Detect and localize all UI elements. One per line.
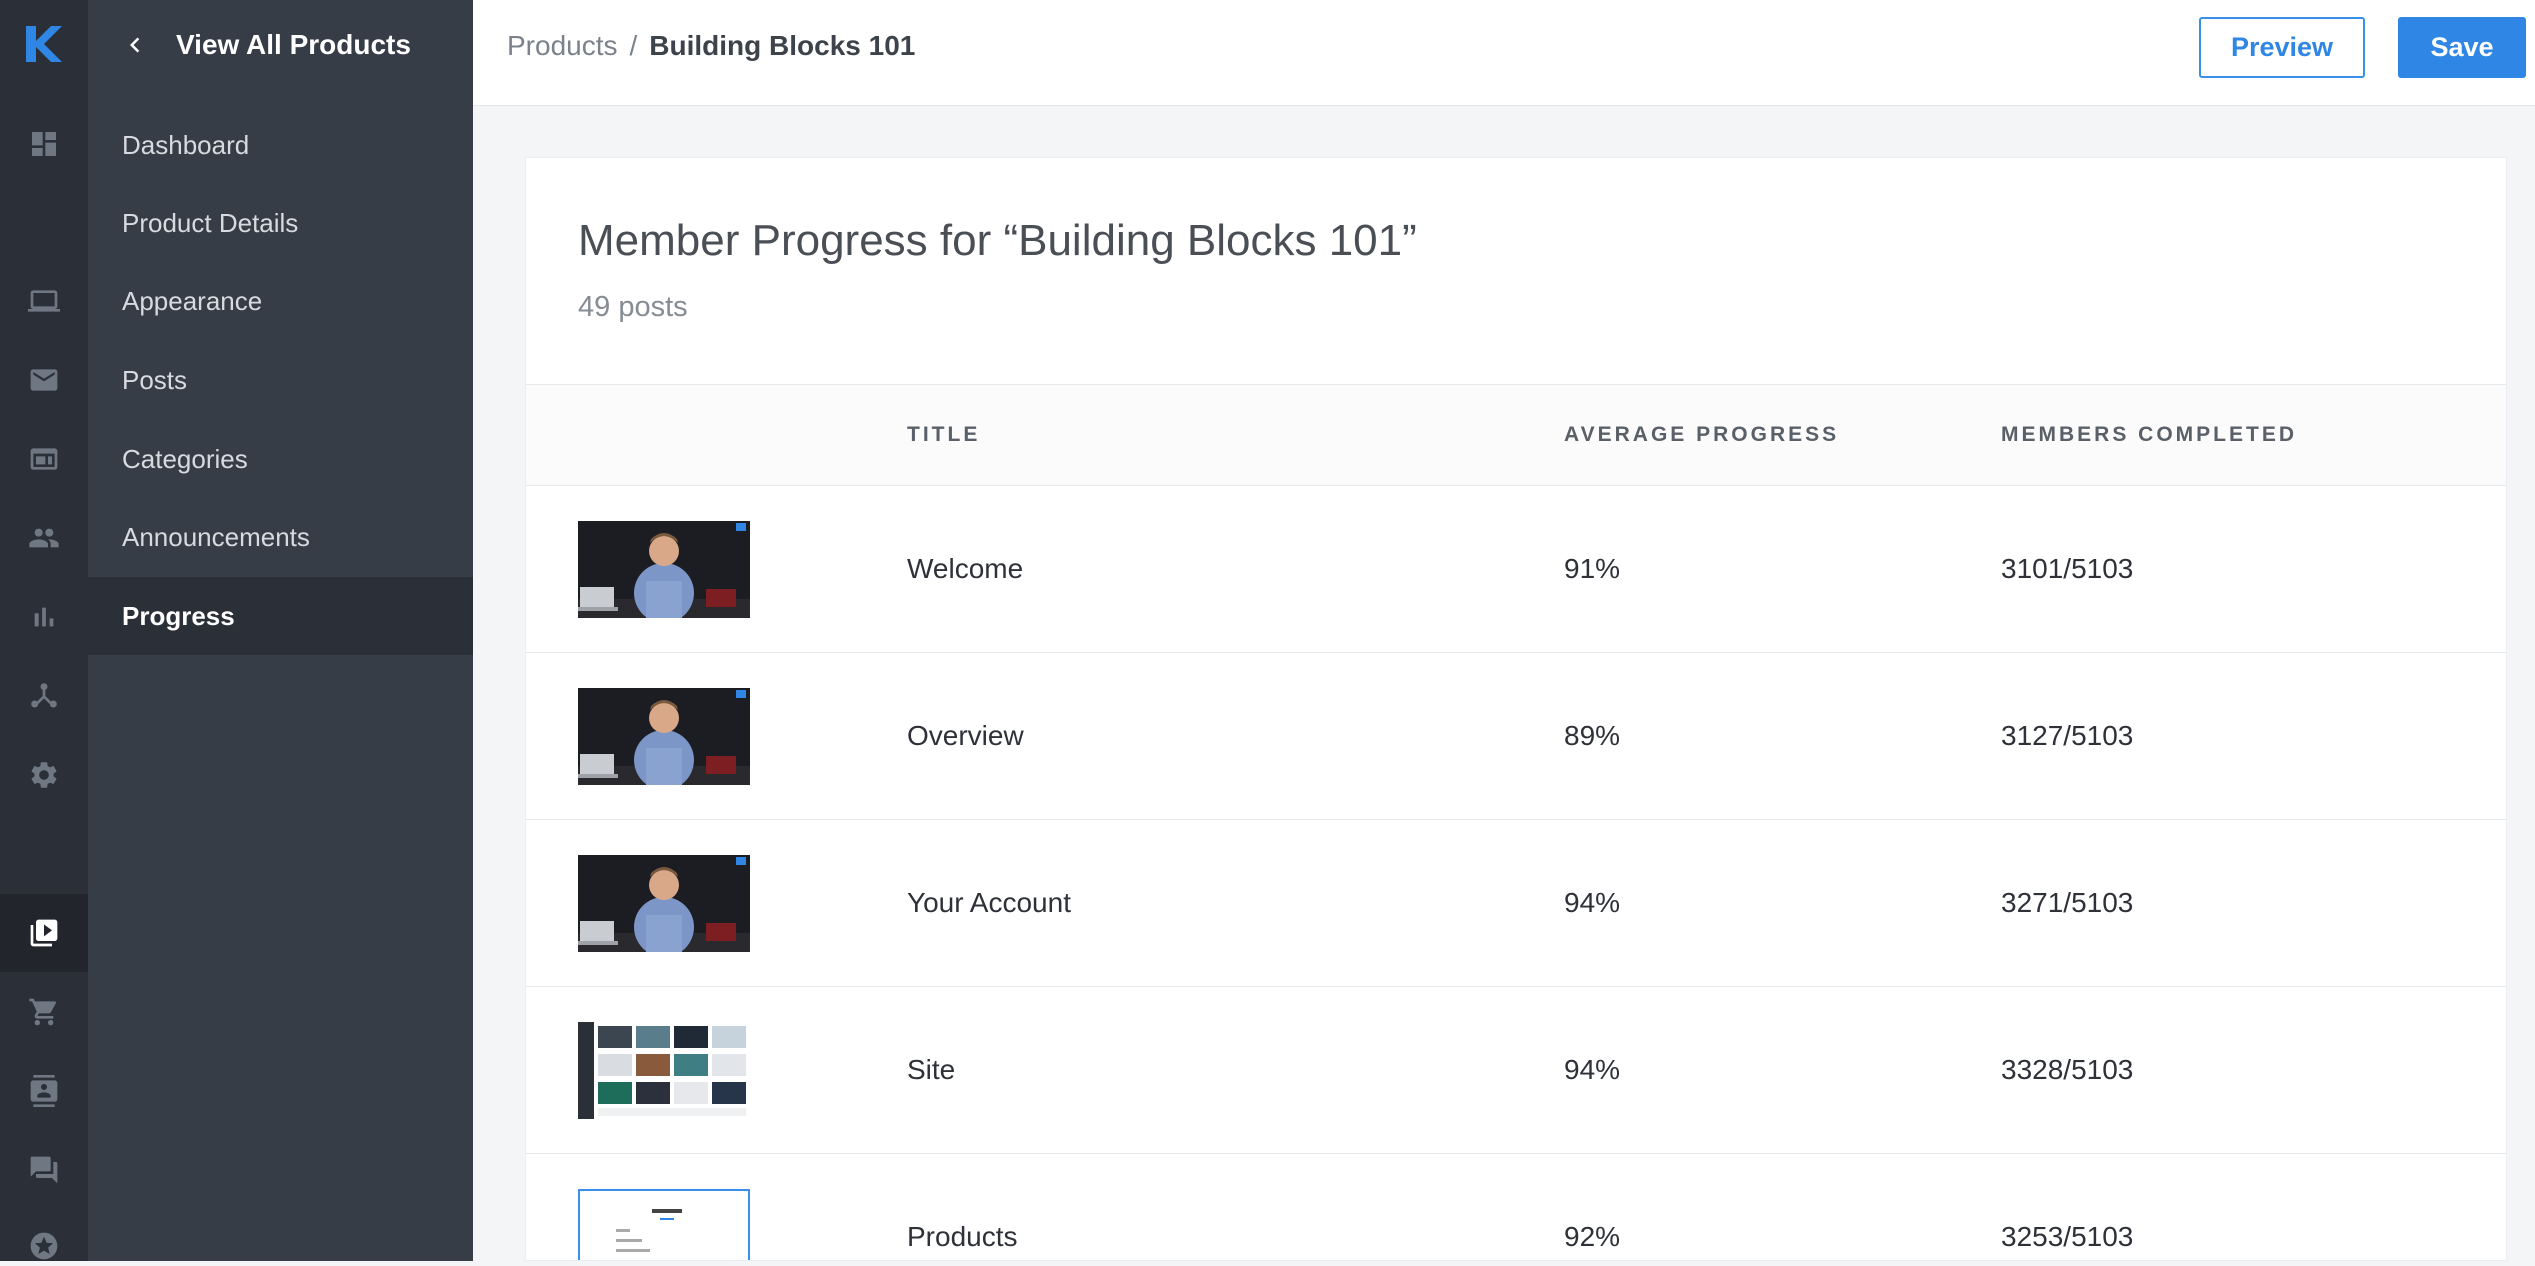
back-label: View All Products	[176, 29, 411, 60]
table-row[interactable]: Products 92% 3253/5103	[526, 1154, 2506, 1260]
cart-icon[interactable]	[24, 992, 64, 1032]
sidebar-item-categories[interactable]: Categories	[88, 420, 473, 498]
laptop-icon[interactable]	[24, 281, 64, 321]
chevron-left-icon	[120, 30, 150, 60]
breadcrumb-separator: /	[629, 30, 638, 61]
post-title: Products	[907, 1221, 1018, 1252]
products-thumbnail	[578, 1189, 750, 1260]
members-completed: 3101/5103	[2001, 553, 2134, 584]
average-progress: 94%	[1564, 887, 1621, 918]
members-completed: 3127/5103	[2001, 720, 2134, 751]
preview-button[interactable]: Preview	[2199, 17, 2365, 78]
average-progress: 89%	[1564, 720, 1621, 751]
column-header-members-completed: MEMBERS COMPLETED	[2001, 423, 2298, 446]
website-icon[interactable]	[24, 439, 64, 479]
video-library-icon[interactable]	[24, 913, 64, 953]
video-thumbnail	[578, 855, 750, 952]
table-row[interactable]: Your Account 94% 3271/5103	[526, 820, 2506, 987]
top-bar: Products / Building Blocks 101 Preview S…	[473, 0, 2535, 106]
save-button[interactable]: Save	[2398, 17, 2526, 78]
breadcrumb: Products / Building Blocks 101	[507, 0, 915, 92]
post-title: Your Account	[907, 887, 1071, 918]
mail-icon[interactable]	[24, 360, 64, 400]
post-title: Welcome	[907, 553, 1024, 584]
video-thumbnail	[578, 521, 750, 618]
contacts-icon[interactable]	[24, 1071, 64, 1111]
breadcrumb-products-link[interactable]: Products	[507, 30, 618, 62]
sidebar-item-appearance[interactable]: Appearance	[88, 262, 473, 340]
video-thumbnail	[578, 688, 750, 785]
site-thumbnail	[578, 1022, 750, 1119]
average-progress: 94%	[1564, 1054, 1621, 1085]
average-progress: 92%	[1564, 1221, 1621, 1252]
sidebar-item-posts[interactable]: Posts	[88, 341, 473, 419]
page-title: Member Progress for “Building Blocks 101…	[578, 216, 1417, 265]
sidebar-item-dashboard[interactable]: Dashboard	[88, 106, 473, 184]
post-title: Site	[907, 1054, 956, 1085]
icon-rail	[0, 0, 88, 1261]
sidebar-item-product-details[interactable]: Product Details	[88, 184, 473, 262]
column-header-title: TITLE	[907, 423, 981, 446]
pipeline-icon[interactable]	[24, 676, 64, 716]
members-completed: 3253/5103	[2001, 1221, 2134, 1252]
table-row[interactable]: Site 94% 3328/5103	[526, 987, 2506, 1154]
post-title: Overview	[907, 720, 1024, 751]
breadcrumb-current: Building Blocks 101	[649, 30, 916, 61]
average-progress: 91%	[1564, 553, 1621, 584]
star-icon[interactable]	[24, 1226, 64, 1266]
product-sidebar: View All Products Dashboard Product Deta…	[88, 0, 473, 1261]
dashboard-icon[interactable]	[24, 124, 64, 164]
members-completed: 3271/5103	[2001, 887, 2134, 918]
table-row[interactable]: Overview 89% 3127/5103	[526, 653, 2506, 820]
table-row[interactable]: Welcome 91% 3101/5103	[526, 486, 2506, 653]
bar-chart-icon[interactable]	[24, 597, 64, 637]
sidebar-item-announcements[interactable]: Announcements	[88, 498, 473, 576]
members-completed: 3328/5103	[2001, 1054, 2134, 1085]
member-progress-card: Member Progress for “Building Blocks 101…	[525, 157, 2507, 1261]
kajabi-logo-icon[interactable]	[24, 24, 64, 64]
gear-icon[interactable]	[24, 755, 64, 795]
table-header: TITLE AVERAGE PROGRESS MEMBERS COMPLETED	[526, 384, 2506, 486]
people-icon[interactable]	[24, 518, 64, 558]
chat-icon[interactable]	[24, 1150, 64, 1190]
post-count: 49 posts	[578, 291, 688, 323]
view-all-products-link[interactable]: View All Products	[120, 22, 411, 68]
column-header-average-progress: AVERAGE PROGRESS	[1564, 423, 1840, 446]
sidebar-item-progress[interactable]: Progress	[88, 577, 473, 655]
